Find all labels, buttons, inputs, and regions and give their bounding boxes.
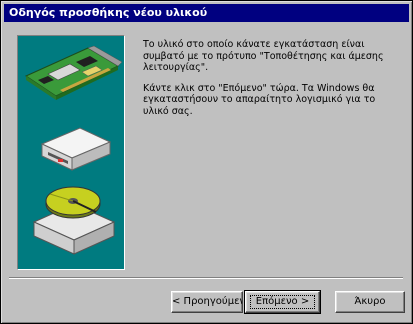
wizard-window: Οδηγός προσθήκης νέου υλικού Το υλικό στ… — [0, 0, 413, 324]
back-button[interactable]: < Προηγούμενο — [171, 291, 243, 313]
message-paragraph-1: Το υλικό στο οποίο κάνατε εγκατάσταση εί… — [143, 39, 384, 73]
hard-disk-icon — [32, 186, 116, 255]
cancel-button[interactable]: Άκυρο — [335, 291, 405, 313]
next-button-label: Επόμενο > — [255, 296, 310, 307]
window-title: Οδηγός προσθήκης νέου υλικού — [4, 4, 409, 22]
message-text: Το υλικό στο οποίο κάνατε εγκατάσταση εί… — [143, 39, 393, 126]
expansion-card-icon — [24, 45, 123, 100]
illustration-panel — [17, 35, 125, 270]
next-button[interactable]: Επόμενο > — [244, 290, 321, 314]
disk-drive-icon — [40, 127, 112, 171]
separator — [9, 277, 403, 279]
message-paragraph-2: Κάντε κλικ στο "Επόμενο" τώρα. Τα Window… — [143, 82, 376, 117]
